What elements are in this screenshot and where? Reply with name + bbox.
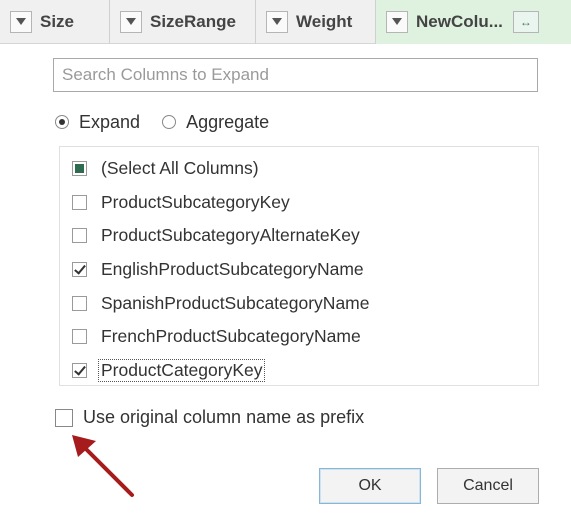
column-header-label: SizeRange [150, 11, 236, 31]
aggregate-radio[interactable]: Aggregate [162, 112, 269, 133]
checkbox-checked-icon[interactable] [72, 262, 87, 278]
annotation-arrow-icon [72, 435, 134, 497]
chevron-down-icon[interactable] [386, 10, 408, 33]
column-header-label: NewColu... [416, 11, 503, 31]
prefix-checkbox[interactable] [55, 408, 73, 427]
list-item[interactable]: ProductSubcategoryAlternateKey [60, 219, 538, 253]
chevron-down-icon[interactable] [10, 10, 32, 33]
radio-selected-icon[interactable] [55, 115, 69, 129]
checkbox-checked-icon[interactable] [72, 362, 87, 378]
cancel-button[interactable]: Cancel [437, 468, 539, 504]
column-header-weight[interactable]: Weight [256, 0, 376, 44]
search-columns-input[interactable] [53, 58, 538, 92]
column-header-sizerange[interactable]: SizeRange [110, 0, 256, 44]
expand-radio[interactable]: Expand [55, 112, 140, 133]
checkbox-unchecked-icon[interactable] [72, 194, 87, 210]
checkbox-unchecked-icon[interactable] [72, 228, 87, 244]
column-header-newcolumn[interactable]: NewColu... ↔ [376, 0, 571, 44]
column-header-size[interactable]: Size [0, 0, 110, 44]
mode-radio-group: Expand Aggregate [55, 110, 291, 134]
list-item-label: (Select All Columns) [101, 158, 259, 179]
list-item-label: ProductSubcategoryKey [101, 191, 290, 212]
radio-unselected-icon[interactable] [162, 115, 177, 129]
column-header-label: Size [40, 11, 75, 31]
column-checklist[interactable]: (Select All Columns) ProductSubcategoryK… [59, 146, 539, 386]
checkbox-unchecked-icon[interactable] [72, 329, 87, 345]
aggregate-radio-label: Aggregate [186, 111, 270, 132]
column-header-strip: Size SizeRange Weight NewColu... ↔ [0, 0, 571, 44]
list-item-select-all[interactable]: (Select All Columns) [60, 152, 538, 186]
chevron-down-icon[interactable] [120, 10, 142, 33]
list-item-label: ProductCategoryKey [97, 358, 266, 382]
expand-column-icon[interactable]: ↔ [512, 10, 539, 33]
column-header-label: Weight [296, 11, 353, 31]
list-item[interactable]: FrenchProductSubcategoryName [60, 320, 538, 354]
list-item[interactable]: EnglishProductSubcategoryName [60, 253, 538, 287]
ok-button[interactable]: OK [319, 468, 421, 504]
list-item-label: FrenchProductSubcategoryName [101, 326, 361, 347]
list-item-label: ProductSubcategoryAlternateKey [101, 225, 360, 246]
list-item[interactable]: SpanishProductSubcategoryName [60, 286, 538, 320]
checkbox-unchecked-icon[interactable] [72, 295, 87, 311]
expand-radio-label: Expand [79, 111, 141, 132]
list-item[interactable]: ProductCategoryKey [60, 354, 538, 388]
list-item[interactable]: ProductSubcategoryKey [60, 186, 538, 220]
chevron-down-icon[interactable] [266, 10, 288, 33]
list-item-label: EnglishProductSubcategoryName [101, 259, 364, 280]
checkbox-partial-icon[interactable] [72, 161, 87, 177]
list-item-label: SpanishProductSubcategoryName [101, 292, 370, 313]
